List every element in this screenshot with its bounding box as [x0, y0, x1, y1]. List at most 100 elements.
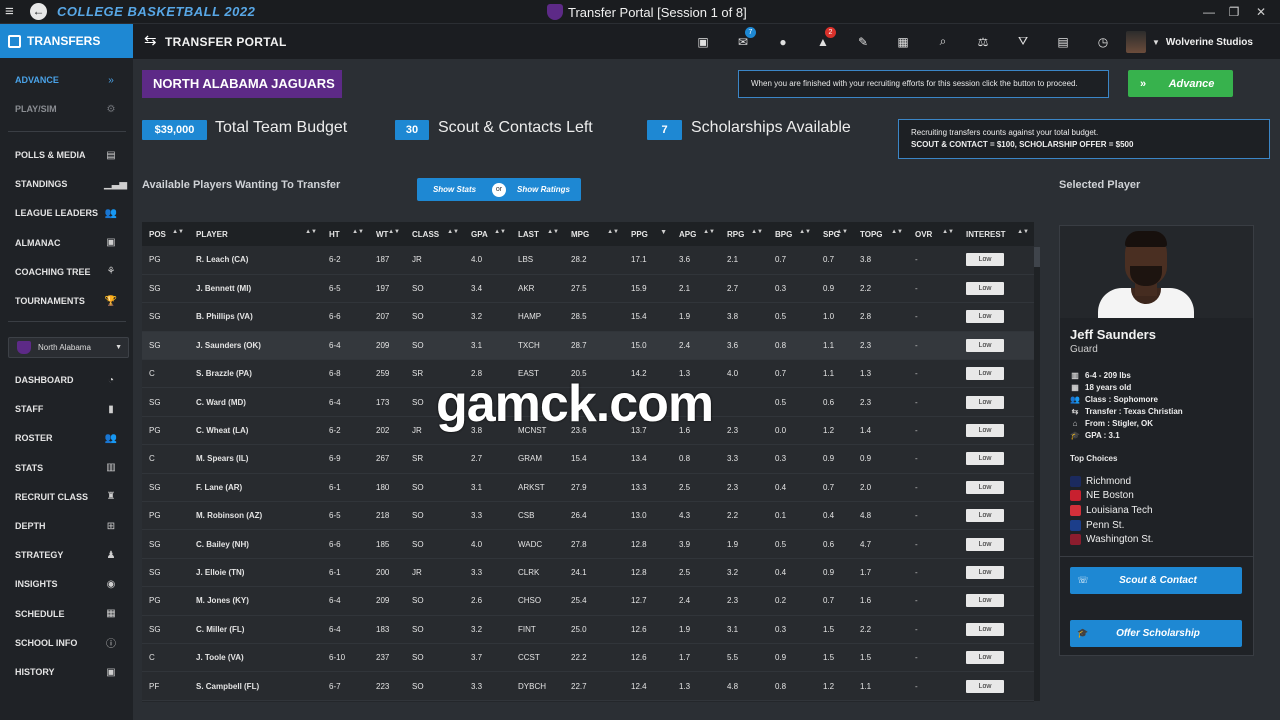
detail-icon: ⌂ [1072, 418, 1078, 428]
table-row[interactable]: SG C. Bailey (NH) 6-6 185 SO 4.0 WADC 27.8 12.8 3… [142, 529, 1034, 559]
sidebar-item-tournaments[interactable]: TOURNAMENTS 🏆 [0, 291, 133, 311]
school-select[interactable]: North Alabama ▼ [8, 337, 129, 358]
interest-button[interactable]: Low [966, 367, 1004, 381]
sidebar-item-depth[interactable]: DEPTH ⊞ [0, 516, 133, 536]
sidebar-item-roster[interactable]: ROSTER 👥 [0, 428, 133, 448]
interest-button[interactable]: Low [966, 509, 1004, 523]
interest-button[interactable]: Low [966, 622, 1004, 636]
column-header-last[interactable]: LAST ▲▼ [511, 222, 564, 246]
column-header-mpg[interactable]: MPG ▲▼ [564, 222, 624, 246]
table-row[interactable]: PG R. Leach (CA) 6-2 187 JR 4.0 LBS 28.2 17.1 3.6… [142, 246, 1034, 275]
clipboard-icon[interactable]: ▤ [1043, 35, 1083, 49]
column-header-apg[interactable]: APG ▲▼ [672, 222, 720, 246]
table-row[interactable]: PG M. Jones (KY) 6-4 209 SO 2.6 CHSO 25.4 12.7 2.… [142, 586, 1034, 616]
minimize-icon[interactable]: — [1200, 3, 1218, 21]
interest-button[interactable]: Low [966, 565, 1004, 579]
chat-icon[interactable]: ● [763, 35, 803, 49]
interest-button[interactable]: Low [966, 338, 1004, 352]
sidebar-item-play-sim[interactable]: PLAY/SIM ⚙ [0, 99, 133, 119]
sidebar-item-coaching-tree[interactable]: COACHING TREE ⚘ [0, 262, 133, 282]
detail-icon: ▥ [1071, 370, 1079, 380]
edit-icon[interactable]: ✎ [843, 35, 883, 49]
cell-player: J. Saunders (OK) [196, 340, 261, 350]
sidebar-item-advance[interactable]: ADVANCE » [0, 70, 133, 90]
interest-button[interactable]: Low [966, 310, 1004, 324]
table-row[interactable]: SG F. Lane (AR) 6-1 180 SO 3.1 ARKST 27.9 13.3 2.… [142, 473, 1034, 502]
column-header-spg[interactable]: SPG ▲▼ [816, 222, 853, 246]
cell-interest: Low [959, 246, 1034, 274]
close-icon[interactable]: ✕ [1252, 3, 1270, 21]
interest-button[interactable]: Low [966, 282, 1004, 296]
table-row[interactable]: SG C. Miller (FL) 6-4 183 SO 3.2 FINT 25.0 12.6 1… [142, 615, 1034, 644]
interest-button[interactable]: Low [966, 253, 1004, 267]
user-menu[interactable]: ▼ Wolverine Studios [1126, 31, 1253, 53]
sidebar-item-recruit-class[interactable]: RECRUIT CLASS ♜ [0, 487, 133, 507]
search-icon[interactable]: ⌕ [923, 34, 963, 49]
cell-apg: 3.9 [679, 539, 691, 549]
sidebar-item-almanac[interactable]: ALMANAC ▣ [0, 233, 133, 253]
table-row[interactable]: SG J. Elloie (TN) 6-1 200 JR 3.3 CLRK 24.1 12.8 2… [142, 558, 1034, 587]
column-header-bpg[interactable]: BPG ▲▼ [768, 222, 816, 246]
column-header-rpg[interactable]: RPG ▲▼ [720, 222, 768, 246]
offer-scholarship-button[interactable]: 🎓 Offer Scholarship [1070, 620, 1242, 647]
show-ratings-button[interactable]: Show Ratings [506, 185, 581, 194]
sidebar-item-dashboard[interactable]: DASHBOARD ◔ [0, 370, 133, 390]
scout-contact-button[interactable]: ☏ Scout & Contact [1070, 567, 1242, 594]
interest-button[interactable]: Low [966, 537, 1004, 551]
sidebar-item-staff[interactable]: STAFF ▮ [0, 399, 133, 419]
column-header-ovr[interactable]: OVR ▲▼ [908, 222, 959, 246]
sidebar-item-insights[interactable]: INSIGHTS ◉ [0, 574, 133, 594]
sidebar-item-label: POLLS & MEDIA [15, 150, 86, 160]
sidebar-header[interactable]: TRANSFERS [0, 24, 133, 58]
column-header-ppg[interactable]: PPG ▼ [624, 222, 672, 246]
column-header-wt[interactable]: WT ▲▼ [369, 222, 405, 246]
table-row[interactable]: C M. Spears (IL) 6-9 267 SR 2.7 GRAM 15.4 13.4 0.… [142, 444, 1034, 474]
cell-ht: 6-6 [329, 539, 341, 549]
interest-button[interactable]: Low [966, 651, 1004, 665]
sidebar-item-history[interactable]: HISTORY ▣ [0, 662, 133, 682]
cell-ovr: - [915, 624, 918, 634]
table-scrollbar[interactable] [1034, 247, 1040, 701]
interest-button[interactable]: Low [966, 452, 1004, 466]
interest-button[interactable]: Low [966, 424, 1004, 438]
column-header-interest[interactable]: INTEREST ▲▼ [959, 222, 1034, 246]
sidebar-item-schedule[interactable]: SCHEDULE ▦ [0, 604, 133, 624]
standings-icon: ▁▃▅ [104, 178, 128, 190]
scrollbar-thumb[interactable] [1034, 247, 1040, 267]
column-header-player[interactable]: PLAYER ▲▼ [189, 222, 322, 246]
show-stats-button[interactable]: Show Stats [417, 185, 492, 194]
sidebar-item-strategy[interactable]: STRATEGY ♟ [0, 545, 133, 565]
interest-button[interactable]: Low [966, 679, 1004, 693]
advance-button[interactable]: » Advance [1128, 70, 1233, 97]
hamburger-menu-icon[interactable]: ≡ [5, 4, 19, 20]
interest-button[interactable]: Low [966, 395, 1004, 409]
calendar-check-icon[interactable]: ▦ [883, 35, 923, 49]
sidebar-item-standings[interactable]: STANDINGS ▁▃▅ [0, 174, 133, 194]
sidebar-item-school-info[interactable]: SCHOOL INFO ⓘ [0, 633, 133, 653]
column-header-pos[interactable]: POS ▲▼ [142, 222, 189, 246]
table-row[interactable]: SG J. Saunders (OK) 6-4 209 SO 3.1 TXCH 28.7 15.… [142, 331, 1034, 360]
table-row[interactable]: C J. Toole (VA) 6-10 237 SO 3.7 CCST 22.2 12.6 1.… [142, 643, 1034, 672]
sidebar-item-stats[interactable]: STATS ▥ [0, 458, 133, 478]
restore-icon[interactable]: ❐ [1225, 3, 1243, 21]
table-row[interactable]: SG J. Bennett (MI) 6-5 197 SO 3.4 AKR 27.5 15.9 2… [142, 274, 1034, 303]
column-header-ht[interactable]: HT ▲▼ [322, 222, 369, 246]
interest-button[interactable]: Low [966, 594, 1004, 608]
column-header-gpa[interactable]: GPA ▲▼ [464, 222, 511, 246]
mail-icon[interactable]: ✉ 7 [723, 26, 763, 49]
table-row[interactable]: PF S. Campbell (FL) 6-7 223 SO 3.3 DYBCH 22.7 12… [142, 671, 1034, 701]
cell-interest: Low [959, 587, 1034, 615]
table-row[interactable]: PG M. Robinson (AZ) 6-5 218 SO 3.3 CSB 26.4 13.0… [142, 501, 1034, 530]
interest-button[interactable]: Low [966, 480, 1004, 494]
bell-icon[interactable]: ▲ 2 [803, 26, 843, 49]
column-header-topg[interactable]: TOPG ▲▼ [853, 222, 908, 246]
column-header-class[interactable]: CLASS ▲▼ [405, 222, 464, 246]
briefcase-icon[interactable]: ▣ [683, 35, 723, 49]
sidebar-item-polls-media[interactable]: POLLS & MEDIA ▤ [0, 145, 133, 165]
scale-icon[interactable]: ⚖ [963, 35, 1003, 49]
table-row[interactable]: SG B. Phillips (VA) 6-6 207 SO 3.2 HAMP 28.5 15.… [142, 302, 1034, 332]
road-icon[interactable]: ⛛ [1003, 34, 1043, 49]
stopwatch-icon[interactable]: ◷ [1083, 35, 1123, 49]
back-arrow-icon[interactable]: ← [30, 3, 47, 20]
sidebar-item-league-leaders[interactable]: LEAGUE LEADERS 👥 [0, 203, 133, 223]
